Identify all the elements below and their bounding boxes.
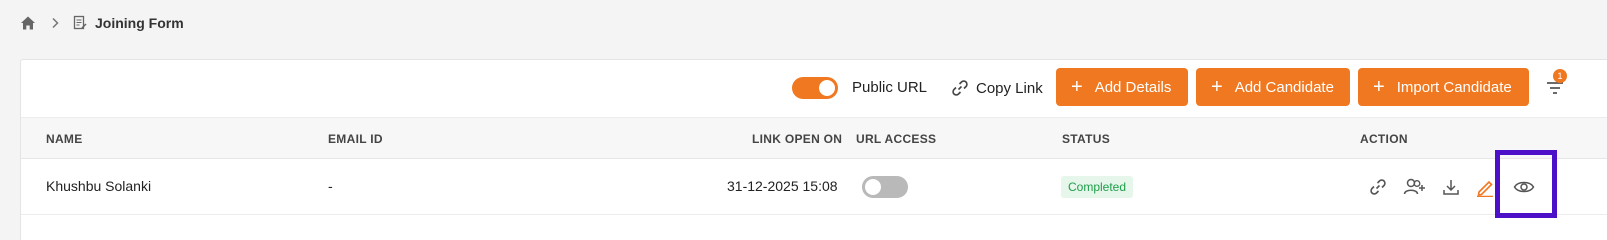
toggle-knob	[819, 80, 835, 96]
download-icon[interactable]	[1440, 176, 1462, 198]
link-icon	[950, 78, 970, 98]
edit-icon[interactable]	[1476, 176, 1494, 198]
add-candidate-label: Add Candidate	[1234, 78, 1334, 96]
column-header-url-access[interactable]: URL ACCESS	[856, 132, 936, 146]
plus-icon: +	[1071, 76, 1083, 98]
chevron-right-icon	[51, 17, 59, 29]
column-header-link-open-on[interactable]: LINK OPEN ON	[752, 132, 842, 146]
table-row: Khushbu Solanki - 31-12-2025 15:08 Compl…	[21, 159, 1607, 215]
copy-link-label: Copy Link	[976, 79, 1043, 97]
toolbar: Public URL Copy Link + Add Details + Add…	[21, 60, 1607, 118]
import-candidate-label: Import Candidate	[1396, 78, 1512, 96]
copy-link-button[interactable]: Copy Link	[950, 77, 1043, 99]
highlight-box	[1495, 150, 1557, 218]
breadcrumb: Joining Form	[20, 13, 184, 33]
candidate-name: Khushbu Solanki	[46, 178, 152, 194]
column-header-email[interactable]: EMAIL ID	[328, 132, 383, 146]
joining-form-card: Public URL Copy Link + Add Details + Add…	[20, 59, 1607, 240]
status-badge: Completed	[1061, 176, 1134, 198]
home-icon[interactable]	[20, 15, 36, 31]
public-url-toggle[interactable]	[792, 77, 838, 99]
toggle-knob	[865, 179, 881, 195]
import-candidate-button[interactable]: + Import Candidate	[1358, 68, 1529, 106]
plus-icon: +	[1211, 76, 1223, 98]
plus-icon: +	[1373, 76, 1385, 98]
add-details-button[interactable]: + Add Details	[1056, 68, 1188, 106]
column-header-name[interactable]: NAME	[46, 132, 83, 146]
candidate-email: -	[328, 178, 333, 194]
column-header-action: ACTION	[1360, 132, 1408, 146]
add-details-label: Add Details	[1094, 78, 1172, 96]
link-icon[interactable]	[1367, 176, 1389, 198]
filter-count-badge: 1	[1553, 69, 1567, 83]
form-document-icon	[72, 15, 88, 31]
column-header-status[interactable]: STATUS	[1062, 132, 1110, 146]
add-user-icon[interactable]	[1402, 176, 1428, 198]
page-title: Joining Form	[95, 15, 184, 31]
public-url-label: Public URL	[852, 79, 928, 96]
table-header: NAME EMAIL ID LINK OPEN ON URL ACCESS ST…	[21, 117, 1607, 159]
add-candidate-button[interactable]: + Add Candidate	[1196, 68, 1350, 106]
url-access-toggle[interactable]	[862, 176, 908, 198]
link-open-date: 31-12-2025 15:08	[727, 178, 838, 194]
